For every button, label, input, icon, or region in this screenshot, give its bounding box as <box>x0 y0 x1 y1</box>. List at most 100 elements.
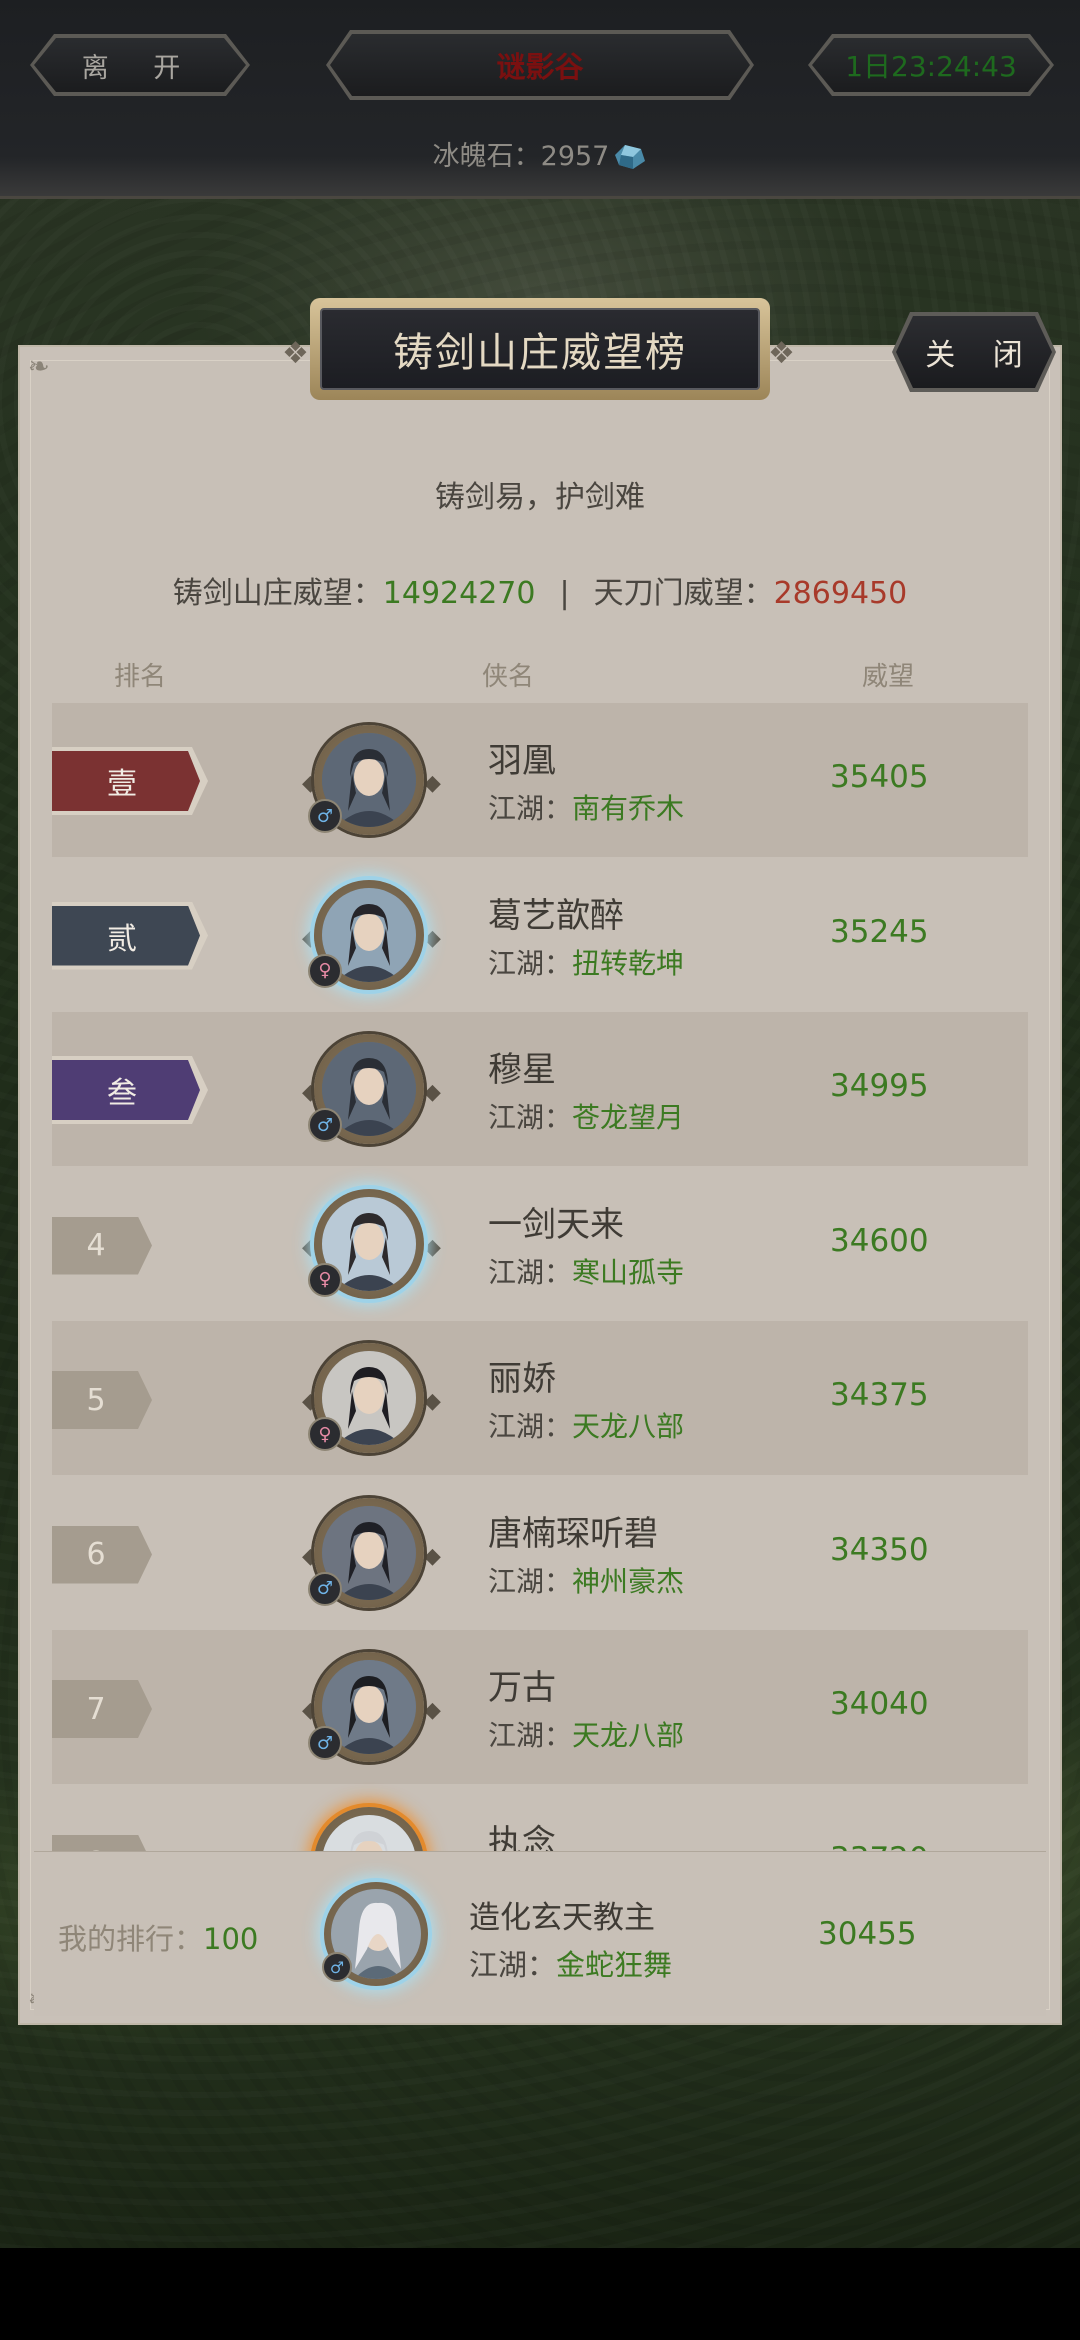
faction-b-label: 天刀门威望： <box>593 576 774 611</box>
gender-female-icon: ♀ <box>308 953 342 988</box>
faction-b-value: 2869450 <box>773 576 908 611</box>
sect-prefix: 江湖： <box>488 1255 573 1289</box>
my-rank-value: 100 <box>203 1922 259 1956</box>
location-title: 谜影谷 <box>330 34 750 96</box>
my-sect-name: 金蛇狂舞 <box>556 1948 673 1982</box>
avatar-ornament-icon: ◆ <box>424 771 441 796</box>
prestige-score: 34995 <box>830 1068 929 1104</box>
rank-number: 壹 <box>107 767 137 802</box>
rank-number: 叁 <box>107 1076 137 1111</box>
ice-crystal-icon <box>611 141 647 171</box>
rank-badge: 叁 <box>52 1056 208 1124</box>
my-avatar[interactable]: ♂ <box>322 1882 428 1986</box>
rank-number: 5 <box>86 1382 106 1418</box>
ranking-row[interactable]: 贰 ◆ ◆ ♀ 葛艺歆醉 江湖：扭转乾坤 35245 <box>52 857 1028 1012</box>
sect-prefix: 江湖： <box>488 1564 573 1598</box>
avatar-ornament-icon: ◆ <box>424 925 441 951</box>
rank-number: 贰 <box>107 921 137 957</box>
ranking-row[interactable]: 8◆◆♂执念江湖：33720 <box>52 1784 1028 1852</box>
player-sect-line: 江湖：寒山孤寺 <box>488 1251 684 1291</box>
sect-name: 天龙八部 <box>572 1410 685 1443</box>
player-avatar[interactable]: ♀ <box>308 879 424 990</box>
player-sect-line: 江湖：天龙八部 <box>488 1405 684 1445</box>
player-name: 丽娇 <box>488 1359 556 1399</box>
gender-female-icon: ♀ <box>308 1262 342 1297</box>
prestige-score: 34040 <box>830 1686 929 1722</box>
ranking-row[interactable]: 6 ◆ ◆ ♂ 唐楠琛听碧 江湖：神州豪杰 34350 <box>52 1475 1028 1630</box>
player-name: 万古 <box>488 1668 556 1708</box>
column-header-prestige: 威望 <box>862 662 915 692</box>
gender-female-icon: ♀ <box>308 1417 342 1451</box>
player-sect-line: 江湖：天龙八部 <box>488 1714 684 1754</box>
leave-button[interactable]: 离 开 <box>34 38 246 92</box>
separator: | <box>559 576 570 611</box>
prestige-score: 33720 <box>830 1841 929 1852</box>
prestige-score: 35405 <box>830 759 929 795</box>
gender-male-icon: ♂ <box>308 1726 342 1760</box>
player-avatar[interactable]: ♀ <box>308 1343 424 1453</box>
currency-label: 冰魄石： <box>432 141 541 172</box>
my-player-name: 造化玄天教主 <box>469 1900 655 1936</box>
player-avatar[interactable]: ♂ <box>308 1497 424 1608</box>
column-header-name: 侠名 <box>482 662 535 692</box>
avatar-ornament-icon: ◆ <box>424 1698 441 1723</box>
my-rank-label: 我的排行：100 <box>58 1922 259 1956</box>
avatar-ornament-icon: ◆ <box>424 1080 441 1105</box>
ranking-list[interactable]: 壹 ◆ ◆ ♂ 羽凰 江湖：南有乔木 35405 贰 ◆ ◆ ♀ 葛艺歆醉 江湖：扭转乾坤 35245 叁 ◆… <box>52 703 1028 1851</box>
prestige-score: 34375 <box>830 1377 929 1413</box>
avatar-ornament-icon: ◆ <box>424 1389 441 1414</box>
player-name: 执念 <box>488 1822 556 1852</box>
navigation-bar-area <box>0 2248 1080 2340</box>
ranking-row[interactable]: 7 ◆ ◆ ♂ 万古 江湖：天龙八部 34040 <box>52 1630 1028 1784</box>
column-header-rank: 排名 <box>114 662 167 692</box>
rank-number: 6 <box>86 1537 106 1572</box>
gender-male-icon: ♂ <box>308 1571 342 1606</box>
sect-prefix: 江湖： <box>488 1410 573 1443</box>
rank-badge: 8 <box>52 1835 152 1852</box>
my-sect-line: 江湖：金蛇狂舞 <box>469 1948 673 1982</box>
rank-badge: 贰 <box>52 902 208 970</box>
ranking-row[interactable]: 壹 ◆ ◆ ♂ 羽凰 江湖：南有乔木 35405 <box>52 703 1028 857</box>
faction-prestige-line: 铸剑山庄威望：14924270 | 天刀门威望：2869450 <box>0 568 1080 612</box>
avatar-ornament-icon: ◆ <box>424 1234 441 1260</box>
sect-name: 扭转乾坤 <box>572 946 685 980</box>
sect-name: 南有乔木 <box>572 792 685 825</box>
gender-male-icon: ♂ <box>308 799 342 833</box>
prestige-score: 34350 <box>830 1531 929 1568</box>
corner-ornament-icon: ❧ <box>28 352 50 382</box>
panel-title: 铸剑山庄威望榜 <box>320 308 760 390</box>
player-avatar[interactable]: ♀ <box>308 1188 424 1299</box>
player-avatar[interactable]: ♂ <box>308 1034 424 1144</box>
ranking-row[interactable]: 4 ◆ ◆ ♀ 一剑天来 江湖：寒山孤寺 34600 <box>52 1166 1028 1321</box>
sect-prefix: 江湖： <box>488 1719 573 1752</box>
rank-badge: 5 <box>52 1371 152 1429</box>
prestige-score: 34600 <box>830 1222 929 1259</box>
sect-name: 寒山孤寺 <box>572 1255 685 1289</box>
my-rank-bar: 我的排行：100 ♂ 造化玄天教主 江湖：金蛇狂舞 30455 <box>34 1851 1046 2016</box>
rank-number: 7 <box>86 1691 106 1727</box>
player-name: 唐楠琛听碧 <box>488 1513 658 1554</box>
player-name: 一剑天来 <box>488 1204 624 1245</box>
title-ornament-left-icon: ❖ <box>282 336 309 371</box>
sect-prefix: 江湖： <box>488 946 573 980</box>
player-sect-line: 江湖：扭转乾坤 <box>488 942 684 982</box>
ranking-row[interactable]: 叁 ◆ ◆ ♂ 穆星 江湖：苍龙望月 34995 <box>52 1012 1028 1166</box>
sect-name: 苍龙望月 <box>572 1101 685 1134</box>
player-avatar[interactable]: ♂ <box>308 1652 424 1762</box>
rank-badge: 壹 <box>52 747 208 815</box>
rank-badge: 4 <box>52 1217 152 1275</box>
player-sect-line: 江湖：神州豪杰 <box>488 1560 684 1600</box>
close-button[interactable]: 关 闭 <box>896 316 1052 388</box>
sect-prefix: 江湖： <box>488 792 573 825</box>
player-avatar[interactable]: ♂ <box>314 1806 424 1851</box>
player-name: 羽凰 <box>488 741 556 781</box>
rank-badge: 6 <box>52 1526 152 1584</box>
player-avatar[interactable]: ♂ <box>308 725 424 835</box>
faction-a-label: 铸剑山庄威望： <box>172 576 383 611</box>
gender-male-icon: ♂ <box>308 1108 342 1142</box>
top-bar: 离 开 谜影谷 1日23:24:43 冰魄石：2957 <box>0 0 1080 199</box>
currency-display: 冰魄石：2957 <box>0 134 1080 173</box>
ranking-row[interactable]: 5 ◆ ◆ ♀ 丽娇 江湖：天龙八部 34375 <box>52 1321 1028 1475</box>
prestige-score: 35245 <box>830 913 929 950</box>
motto-text: 铸剑易，护剑难 <box>435 480 645 515</box>
